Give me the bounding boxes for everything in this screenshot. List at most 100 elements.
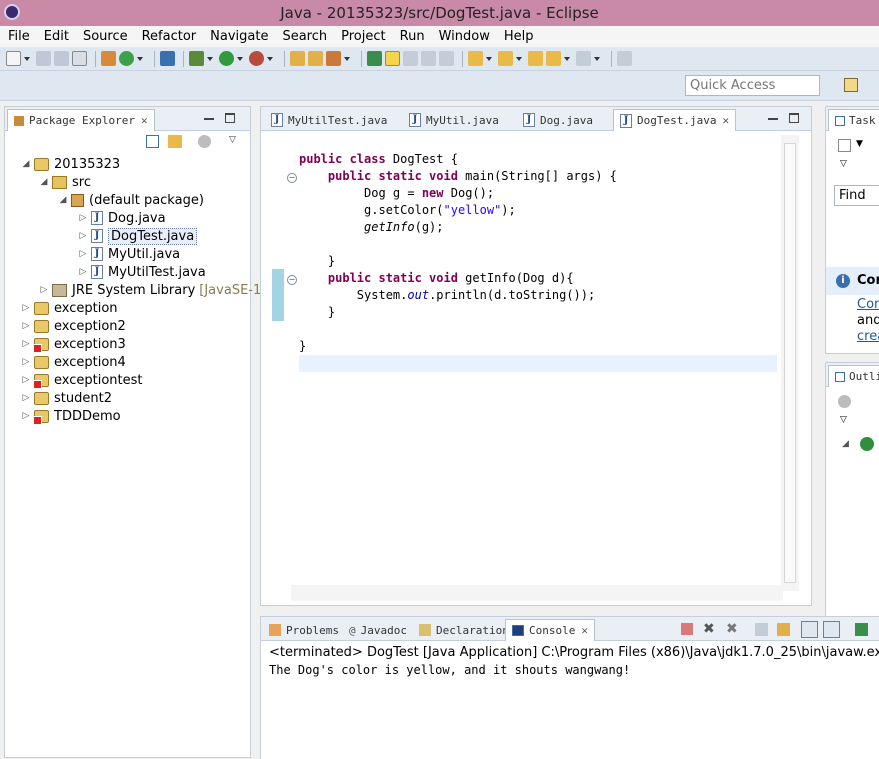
tab-problems[interactable]: Problems <box>263 619 345 641</box>
new-task-dropdown-icon[interactable]: ▼ <box>856 139 863 149</box>
run-icon[interactable] <box>219 51 234 66</box>
tree-item-exceptiontest[interactable]: ▷ exceptiontest <box>21 371 143 389</box>
new-icon[interactable] <box>6 51 21 66</box>
save-icon[interactable] <box>36 51 51 66</box>
skip-breakpoints-icon[interactable] <box>160 51 175 66</box>
expand-icon[interactable]: ◢ <box>842 439 849 449</box>
scroll-lock-icon[interactable] <box>777 623 790 636</box>
tab-console[interactable]: Console ✕ <box>505 619 595 641</box>
menu-project[interactable]: Project <box>341 29 385 44</box>
open-type-icon[interactable] <box>290 51 305 66</box>
close-icon[interactable]: ✕ <box>581 624 588 637</box>
tree-item-jre-system-library[interactable]: ▷ JRE System Library [JavaSE-1 <box>39 281 262 299</box>
menu-file[interactable]: File <box>8 29 30 44</box>
debug-dropdown-icon[interactable] <box>207 51 214 66</box>
show-on-output-icon[interactable] <box>801 621 818 638</box>
expand-icon[interactable]: ▷ <box>21 357 31 367</box>
expand-icon[interactable]: ▷ <box>39 285 49 295</box>
prev-annotation-dropdown-icon[interactable] <box>516 51 523 66</box>
menu-edit[interactable]: Edit <box>44 29 69 44</box>
tree-item-exception[interactable]: ▷ exception <box>21 299 118 317</box>
terminate-icon[interactable] <box>681 623 693 635</box>
focus-on-task-icon[interactable] <box>198 135 211 148</box>
tree-item-dog-java[interactable]: ▷ J Dog.java <box>78 209 166 227</box>
menu-run[interactable]: Run <box>400 29 425 44</box>
expand-icon[interactable]: ▷ <box>21 375 31 385</box>
fold-collapse-icon[interactable]: − <box>287 173 297 183</box>
tab-dog-java[interactable]: J Dog.java <box>517 109 599 131</box>
expand-icon[interactable]: ▷ <box>21 393 31 403</box>
tree-item-exception4[interactable]: ▷ exception4 <box>21 353 126 371</box>
forward-icon[interactable] <box>576 51 591 66</box>
forward-dropdown-icon[interactable] <box>594 51 601 66</box>
tree-item-exception3[interactable]: ▷ exception3 <box>21 335 126 353</box>
show-on-error-icon[interactable] <box>823 621 840 638</box>
tree-item-student2[interactable]: ▷ student2 <box>21 389 112 407</box>
remove-launch-icon[interactable]: ✖ <box>703 621 715 637</box>
external-tools-dropdown-icon[interactable] <box>267 51 274 66</box>
view-menu-icon[interactable]: ▽ <box>840 415 847 425</box>
expand-icon[interactable]: ◢ <box>39 177 49 187</box>
word-wrap-icon[interactable] <box>403 51 418 66</box>
expand-icon[interactable]: ▷ <box>21 303 31 313</box>
expand-icon[interactable]: ▷ <box>78 213 88 223</box>
tab-myutiltest-java[interactable]: J MyUtilTest.java <box>265 109 393 131</box>
tree-item-myutil-java[interactable]: ▷ J MyUtil.java <box>78 245 181 263</box>
new-class-icon[interactable] <box>119 51 134 66</box>
debug-icon[interactable] <box>189 51 204 66</box>
menu-window[interactable]: Window <box>439 29 490 44</box>
create-task-link[interactable]: crea <box>857 329 879 344</box>
tree-item-exception2[interactable]: ▷ exception2 <box>21 317 126 335</box>
new-task-icon[interactable] <box>838 139 851 152</box>
pin-editor-icon[interactable] <box>617 51 632 66</box>
save-all-icon[interactable] <box>54 51 69 66</box>
new-dropdown-icon[interactable] <box>24 51 31 66</box>
tree-item-tdddemo[interactable]: ▷ TDDDemo <box>21 407 121 425</box>
task-find-input[interactable]: Find <box>834 185 879 206</box>
menu-refactor[interactable]: Refactor <box>142 29 197 44</box>
next-annotation-icon[interactable] <box>468 51 483 66</box>
tree-item-project-20135323[interactable]: ◢ 20135323 <box>21 155 121 173</box>
show-whitespace-icon[interactable] <box>439 51 454 66</box>
close-icon[interactable]: ✕ <box>722 114 729 127</box>
expand-icon[interactable]: ▷ <box>78 231 88 241</box>
view-menu-icon[interactable]: ▽ <box>840 159 847 169</box>
console-output[interactable]: The Dog's color is yellow, and it shouts… <box>269 663 630 677</box>
back-icon[interactable] <box>546 51 561 66</box>
toggle-annotation-icon[interactable] <box>367 51 382 66</box>
search-dropdown-icon[interactable] <box>344 51 351 66</box>
focus-icon[interactable] <box>838 395 851 408</box>
block-selection-icon[interactable] <box>421 51 436 66</box>
tab-myutil-java[interactable]: J MyUtil.java <box>403 109 505 131</box>
tab-outline[interactable]: Outli <box>828 365 879 387</box>
expand-icon[interactable]: ▷ <box>21 411 31 421</box>
tree-item-src[interactable]: ◢ src <box>39 173 91 191</box>
tab-package-explorer[interactable]: Package Explorer ✕ <box>7 109 155 131</box>
remove-all-launches-icon[interactable]: ✖ <box>726 621 738 637</box>
vertical-scrollbar[interactable] <box>781 135 799 591</box>
expand-icon[interactable]: ▷ <box>21 321 31 331</box>
connect-link[interactable]: Con <box>857 297 879 312</box>
last-edit-icon[interactable] <box>528 51 543 66</box>
collapse-all-icon[interactable] <box>146 135 159 148</box>
link-with-editor-icon[interactable] <box>168 135 182 148</box>
tab-declaration[interactable]: Declaration <box>413 619 515 641</box>
expand-icon[interactable]: ▷ <box>21 339 31 349</box>
menu-help[interactable]: Help <box>504 29 534 44</box>
mark-occurrences-icon[interactable] <box>385 51 400 66</box>
expand-icon[interactable]: ▷ <box>78 249 88 259</box>
expand-icon[interactable]: ◢ <box>58 195 68 205</box>
back-dropdown-icon[interactable] <box>564 51 571 66</box>
next-annotation-dropdown-icon[interactable] <box>486 51 493 66</box>
code-editor[interactable]: public class DogTest { public static voi… <box>299 151 777 591</box>
minimize-icon[interactable] <box>203 112 215 124</box>
maximize-icon[interactable] <box>225 113 235 123</box>
close-icon[interactable]: ✕ <box>141 114 148 127</box>
tab-javadoc[interactable]: @ Javadoc <box>343 619 413 641</box>
fold-collapse-icon[interactable]: − <box>287 275 297 285</box>
search-icon[interactable] <box>326 51 341 66</box>
new-class-dropdown-icon[interactable] <box>137 51 144 66</box>
tree-item-myutiltest-java[interactable]: ▷ J MyUtilTest.java <box>78 263 206 281</box>
prev-annotation-icon[interactable] <box>498 51 513 66</box>
minimize-icon[interactable] <box>767 112 779 124</box>
